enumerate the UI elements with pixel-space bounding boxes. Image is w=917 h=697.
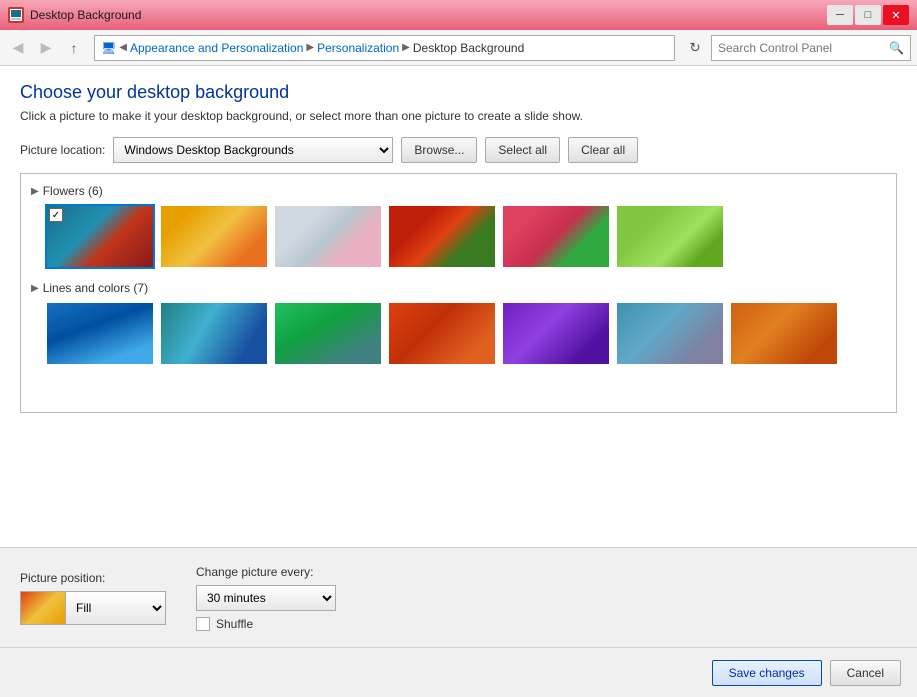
flowers-thumbnails: ✓: [29, 202, 888, 277]
lines-thumbnails: [29, 299, 888, 374]
line-thumb-7[interactable]: [729, 301, 839, 366]
maximize-button[interactable]: □: [855, 5, 881, 25]
breadcrumb-sep0: ◀: [119, 42, 127, 53]
refresh-button[interactable]: ↻: [683, 36, 707, 60]
picture-location-select[interactable]: Windows Desktop Backgrounds Solid Colors…: [113, 137, 393, 163]
change-picture-select[interactable]: 30 minutes 1 hour 6 hours 1 day: [196, 585, 336, 611]
footer-bar: Save changes Cancel: [0, 647, 917, 697]
breadcrumb-part3: Desktop Background: [413, 41, 524, 55]
window-controls: ─ □ ✕: [827, 5, 909, 25]
line-thumb-5[interactable]: [501, 301, 611, 366]
flower-thumb-1[interactable]: ✓: [45, 204, 155, 269]
forward-button[interactable]: ▶: [34, 36, 58, 60]
line-image-3: [275, 303, 381, 364]
flowers-arrow: ▶: [31, 186, 39, 197]
line-image-1: [47, 303, 153, 364]
shuffle-row: Shuffle: [196, 617, 336, 631]
line-image-7: [731, 303, 837, 364]
gallery-inner: ▶ Flowers (6) ✓: [21, 174, 896, 380]
select-all-button[interactable]: Select all: [485, 137, 560, 163]
cancel-button[interactable]: Cancel: [830, 660, 901, 686]
flower-image-6: [617, 206, 723, 267]
flower-thumb-6[interactable]: [615, 204, 725, 269]
navigation-bar: ◀ ▶ ↑ 🖥 ◀ Appearance and Personalization…: [0, 30, 917, 66]
flower-image-4: [389, 206, 495, 267]
picture-position-area: Picture position: Fill Fit Stretch Tile …: [20, 571, 166, 625]
lines-group-header[interactable]: ▶ Lines and colors (7): [29, 277, 888, 299]
position-select[interactable]: Fill Fit Stretch Tile Center: [66, 591, 166, 625]
flower-thumb-2[interactable]: [159, 204, 269, 269]
picture-location-label: Picture location:: [20, 143, 105, 157]
line-thumb-3[interactable]: [273, 301, 383, 366]
title-bar-left: Desktop Background: [8, 7, 141, 23]
back-button[interactable]: ◀: [6, 36, 30, 60]
change-picture-label: Change picture every:: [196, 565, 336, 579]
page-title: Choose your desktop background: [20, 82, 897, 103]
line-thumb-1[interactable]: [45, 301, 155, 366]
lines-group-label: Lines and colors (7): [43, 281, 148, 295]
title-bar: Desktop Background ─ □ ✕: [0, 0, 917, 30]
change-picture-area: Change picture every: 30 minutes 1 hour …: [196, 565, 336, 631]
shuffle-label: Shuffle: [216, 617, 253, 631]
flower-checkbox-1[interactable]: ✓: [49, 208, 63, 222]
search-input[interactable]: [718, 41, 885, 55]
flower-image-5: [503, 206, 609, 267]
line-thumb-2[interactable]: [159, 301, 269, 366]
up-button[interactable]: ↑: [62, 36, 86, 60]
line-image-4: [389, 303, 495, 364]
breadcrumb-sep2: ▶: [402, 42, 410, 53]
page-subtitle: Click a picture to make it your desktop …: [20, 109, 897, 123]
main-content: Choose your desktop background Click a p…: [0, 66, 917, 547]
breadcrumb-part2[interactable]: Personalization: [317, 41, 399, 55]
breadcrumb-part1[interactable]: Appearance and Personalization: [130, 41, 303, 55]
line-thumb-4[interactable]: [387, 301, 497, 366]
flowers-group-header[interactable]: ▶ Flowers (6): [29, 180, 888, 202]
flower-image-3: [275, 206, 381, 267]
minimize-button[interactable]: ─: [827, 5, 853, 25]
flowers-group-label: Flowers (6): [43, 184, 103, 198]
flower-image-2: [161, 206, 267, 267]
position-preview-thumb: [20, 591, 66, 625]
breadcrumb-sep1: ▶: [306, 42, 314, 53]
shuffle-checkbox[interactable]: [196, 617, 210, 631]
flower-thumb-5[interactable]: [501, 204, 611, 269]
flower-thumb-4[interactable]: [387, 204, 497, 269]
picture-location-row: Picture location: Windows Desktop Backgr…: [20, 137, 897, 163]
window-title: Desktop Background: [30, 8, 141, 22]
search-icon: 🔍: [889, 41, 904, 55]
line-image-6: [617, 303, 723, 364]
bottom-section: Picture position: Fill Fit Stretch Tile …: [0, 547, 917, 647]
breadcrumb-icon: 🖥: [101, 41, 116, 55]
picture-position-label: Picture position:: [20, 571, 166, 585]
save-changes-button[interactable]: Save changes: [712, 660, 822, 686]
breadcrumb: 🖥 ◀ Appearance and Personalization ▶ Per…: [94, 35, 675, 61]
picture-position-row: Fill Fit Stretch Tile Center: [20, 591, 166, 625]
flower-thumb-3[interactable]: [273, 204, 383, 269]
app-icon: [8, 7, 24, 23]
browse-button[interactable]: Browse...: [401, 137, 477, 163]
line-image-5: [503, 303, 609, 364]
lines-arrow: ▶: [31, 283, 39, 294]
gallery-container[interactable]: ▶ Flowers (6) ✓: [20, 173, 897, 413]
search-bar: 🔍: [711, 35, 911, 61]
clear-all-button[interactable]: Clear all: [568, 137, 638, 163]
line-image-2: [161, 303, 267, 364]
line-thumb-6[interactable]: [615, 301, 725, 366]
position-preview-image: [21, 592, 65, 624]
close-button[interactable]: ✕: [883, 5, 909, 25]
